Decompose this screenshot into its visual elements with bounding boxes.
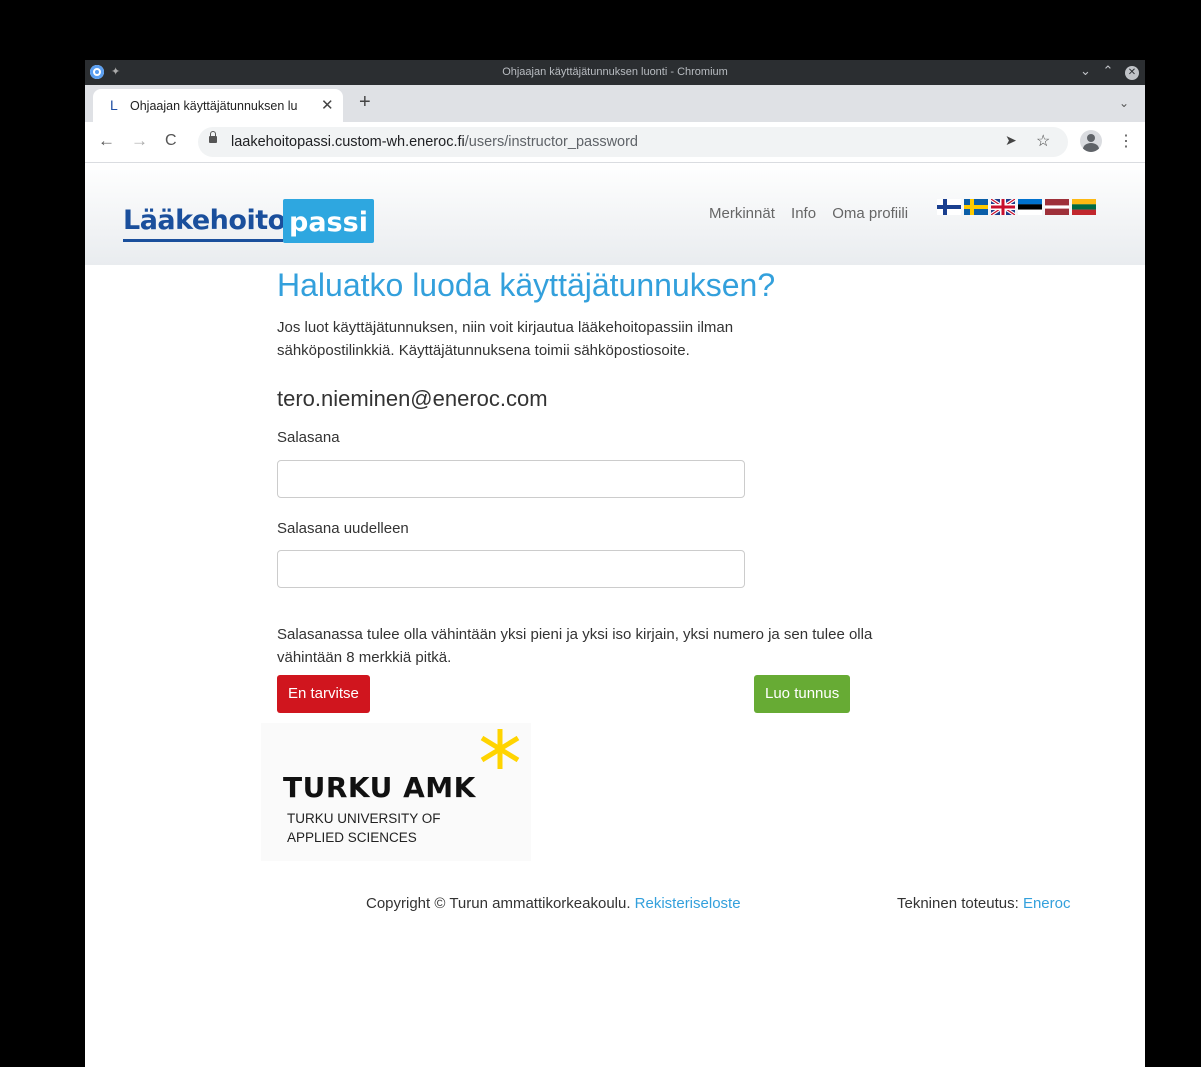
close-window-icon[interactable]: ✕ [1125,66,1139,80]
password-again-label: Salasana uudelleen [277,520,409,537]
tab-title: Ohjaajan käyttäjätunnuksen lu [130,99,298,113]
tab-close-icon[interactable]: ✕ [321,96,334,114]
partner-subtitle-line2: APPLIED SCIENCES [287,830,417,845]
partner-subtitle-line1: TURKU UNIVERSITY OF [287,811,441,826]
logo-text-secondary: passi [283,199,374,243]
new-tab-icon[interactable]: + [359,91,371,114]
nav-oma-profiili[interactable]: Oma profiili [832,205,908,222]
tech-label: Tekninen toteutus: [897,895,1019,912]
password-again-input[interactable] [277,550,745,588]
browser-toolbar: ← → C laakehoitopassi.custom-wh.eneroc.f… [85,122,1145,163]
address-bar[interactable]: laakehoitopassi.custom-wh.eneroc.fi/user… [198,127,1068,157]
forward-icon[interactable]: → [131,131,148,151]
flag-ee-icon[interactable] [1018,199,1042,215]
intro-text: Jos luot käyttäjätunnuksen, niin voit ki… [277,319,734,359]
decline-button[interactable]: En tarvitse [277,675,370,713]
user-email: tero.nieminen@eneroc.com [277,386,548,411]
password-input[interactable] [277,460,745,498]
back-icon[interactable]: ← [98,131,115,151]
password-label: Salasana [277,429,340,446]
browser-window: ✦ Ohjaajan käyttäjätunnuksen luonti - Ch… [85,60,1145,1067]
copyright-text: Copyright © Turun ammattikorkeakoulu. [366,895,631,912]
eneroc-link[interactable]: Eneroc [1023,895,1071,912]
url-path: /users/instructor_password [464,134,638,150]
profile-avatar-icon[interactable] [1080,130,1102,152]
minimize-icon[interactable]: ⌄ [1080,63,1091,78]
maximize-icon[interactable]: ⌃ [1102,63,1113,78]
nav-merkinnat[interactable]: Merkinnät [709,205,775,222]
title-bar: ✦ Ohjaajan käyttäjätunnuksen luonti - Ch… [85,60,1145,85]
window-controls: ⌄ ⌃ ✕ [1072,63,1139,80]
flag-lt-icon[interactable] [1072,199,1096,215]
logo-text-primary: Lääkehoito [123,205,286,236]
flag-fi-icon[interactable] [937,199,961,215]
page-title: Haluatko luoda käyttäjätunnuksen? [277,267,776,303]
site-header: Lääkehoito passi Merkinnät Info Oma prof… [85,163,1145,265]
flag-gb-icon[interactable] [991,199,1015,215]
flag-se-icon[interactable] [964,199,988,215]
menu-kebab-icon[interactable]: ⋮ [1118,131,1134,151]
nav-info[interactable]: Info [791,205,816,222]
url-host: laakehoitopassi.custom-wh.eneroc.fi [231,134,465,150]
privacy-link[interactable]: Rekisteriseloste [635,895,741,912]
browser-tab[interactable]: L Ohjaajan käyttäjätunnuksen lu ✕ [93,89,343,122]
partner-name: TURKU AMK [283,771,476,804]
logo-underline [123,239,283,242]
footer-tech: Tekninen toteutus: Eneroc [897,895,1070,912]
tab-strip: L Ohjaajan käyttäjätunnuksen lu ✕ + ⌄ [85,85,1145,122]
create-account-button[interactable]: Luo tunnus [754,675,851,713]
tab-search-icon[interactable]: ⌄ [1119,96,1129,110]
window-title: Ohjaajan käyttäjätunnuksen luonti - Chro… [502,66,728,78]
bookmark-star-icon[interactable]: ☆ [1036,131,1050,151]
web-page: Lääkehoito passi Merkinnät Info Oma prof… [85,163,1145,1067]
main-nav: Merkinnät Info Oma profiili [709,205,920,222]
flag-lv-icon[interactable] [1045,199,1069,215]
reload-icon[interactable]: C [165,132,177,150]
footer-copyright: Copyright © Turun ammattikorkeakoulu. Re… [366,895,741,912]
partner-subtitle: TURKU UNIVERSITY OF APPLIED SCIENCES [287,809,441,847]
send-tab-icon[interactable]: ➤ [1005,132,1017,149]
tab-favicon: L [110,97,118,113]
lock-icon[interactable] [209,131,217,143]
url-text[interactable]: laakehoitopassi.custom-wh.eneroc.fi/user… [231,134,638,150]
turku-amk-logo[interactable]: TURKU AMK TURKU UNIVERSITY OF APPLIED SC… [261,723,531,861]
password-requirements: Salasanassa tulee olla vähintään yksi pi… [277,626,873,666]
turku-asterisk-icon [480,729,520,769]
